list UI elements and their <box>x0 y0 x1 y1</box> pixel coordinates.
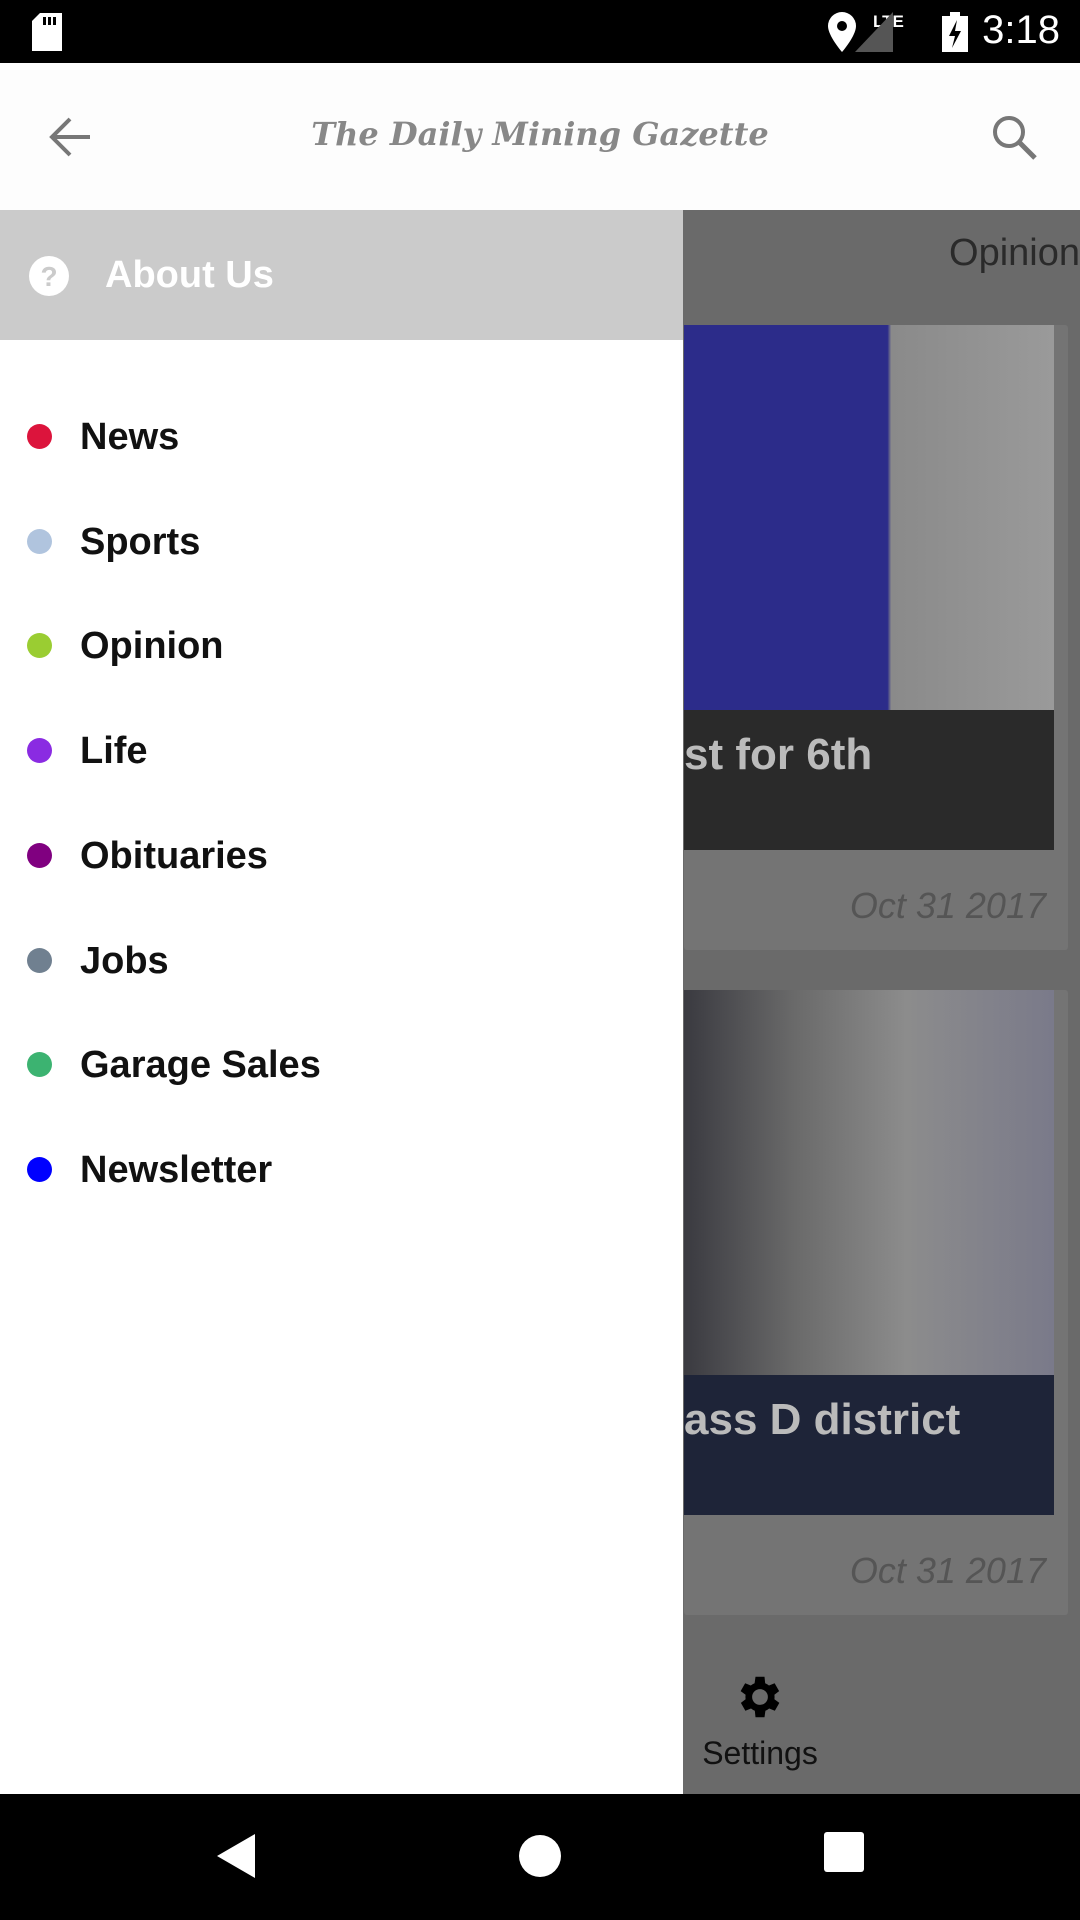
drawer-item-news[interactable]: News <box>0 384 683 484</box>
svg-text:?: ? <box>40 261 57 292</box>
drawer-item-label: Opinion <box>80 625 224 668</box>
battery-charging-icon <box>942 12 968 52</box>
article-headline: st for 6th <box>684 730 873 779</box>
drawer-item-jobs[interactable]: Jobs <box>0 908 683 1008</box>
drawer-item-obituaries[interactable]: Obituaries <box>0 803 683 903</box>
color-dot-icon <box>27 424 52 449</box>
drawer-item-sports[interactable]: Sports <box>0 489 683 589</box>
location-icon <box>828 12 856 52</box>
article-headline: ass D district <box>684 1395 961 1444</box>
app-bar: The Daily Mining Gazette <box>0 63 1080 210</box>
gear-icon <box>740 1676 780 1718</box>
settings-button[interactable]: Settings <box>700 1670 820 1772</box>
app-logo: The Daily Mining Gazette <box>311 115 769 153</box>
back-icon[interactable] <box>215 1832 259 1880</box>
drawer-item-about-us[interactable]: ? About Us <box>0 210 683 340</box>
article-date: Oct 31 2017 <box>849 1550 1046 1591</box>
settings-label: Settings <box>702 1735 818 1771</box>
article-card[interactable]: st for 6th Oct 31 2017 <box>684 325 1068 950</box>
drawer-item-label: Garage Sales <box>80 1044 321 1087</box>
about-us-label: About Us <box>105 254 274 296</box>
clock: 3:18 <box>982 8 1060 52</box>
drawer-item-life[interactable]: Life <box>0 698 683 798</box>
article-card[interactable]: ass D district Oct 31 2017 <box>684 990 1068 1615</box>
article-date: Oct 31 2017 <box>849 885 1046 926</box>
color-dot-icon <box>27 1156 52 1182</box>
drawer-item-label: Newsletter <box>80 1148 273 1191</box>
color-dot-icon <box>27 633 52 659</box>
drawer-item-label: News <box>80 416 180 458</box>
system-nav-bar <box>0 1794 1080 1920</box>
tab-opinion: Opinion <box>949 232 1080 274</box>
drawer-item-opinion[interactable]: Opinion <box>0 593 683 693</box>
status-bar: LTE 3:18 <box>0 0 1080 63</box>
color-dot-icon <box>27 1052 52 1078</box>
article-image <box>684 990 1054 1375</box>
navigation-drawer: ? About Us News Sports Opinion Life Obituari… <box>0 210 683 1794</box>
home-icon[interactable] <box>518 1834 562 1878</box>
recents-icon[interactable] <box>824 1832 864 1872</box>
help-circle-icon: ? <box>29 256 69 296</box>
color-dot-icon <box>27 528 52 554</box>
drawer-item-label: Life <box>80 730 148 773</box>
sd-card-icon <box>32 13 62 51</box>
drawer-item-newsletter[interactable]: Newsletter <box>0 1117 683 1217</box>
signal-icon <box>855 12 893 52</box>
color-dot-icon <box>27 738 52 764</box>
color-dot-icon <box>27 842 52 868</box>
color-dot-icon <box>27 947 52 973</box>
drawer-item-label: Jobs <box>80 939 169 982</box>
article-image <box>684 325 1054 710</box>
search-icon[interactable] <box>990 113 1040 163</box>
drawer-item-garage-sales[interactable]: Garage Sales <box>0 1012 683 1112</box>
drawer-item-label: Sports <box>80 520 201 563</box>
drawer-item-label: Obituaries <box>80 834 268 877</box>
